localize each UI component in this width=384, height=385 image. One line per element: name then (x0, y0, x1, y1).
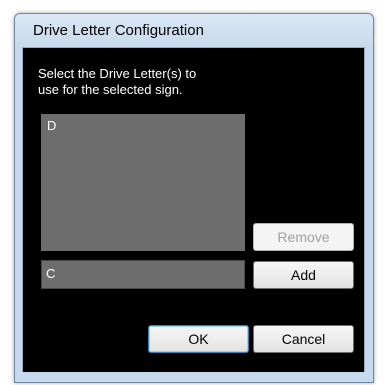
instruction-text: Select the Drive Letter(s) to use for th… (38, 66, 197, 97)
list-item[interactable]: D (41, 114, 245, 134)
cancel-button[interactable]: Cancel (253, 325, 354, 353)
window-bottom-border (15, 372, 373, 382)
dialog-title: Drive Letter Configuration (15, 14, 373, 47)
drive-letter-input[interactable]: C (41, 260, 245, 289)
dialog-content: Select the Drive Letter(s) to use for th… (22, 47, 365, 374)
add-button[interactable]: Add (253, 261, 354, 289)
ok-button[interactable]: OK (148, 325, 249, 353)
drive-letter-list[interactable]: D (41, 114, 245, 251)
drive-letter-dialog: Drive Letter Configuration Select the Dr… (14, 13, 374, 383)
remove-button[interactable]: Remove (253, 223, 354, 251)
